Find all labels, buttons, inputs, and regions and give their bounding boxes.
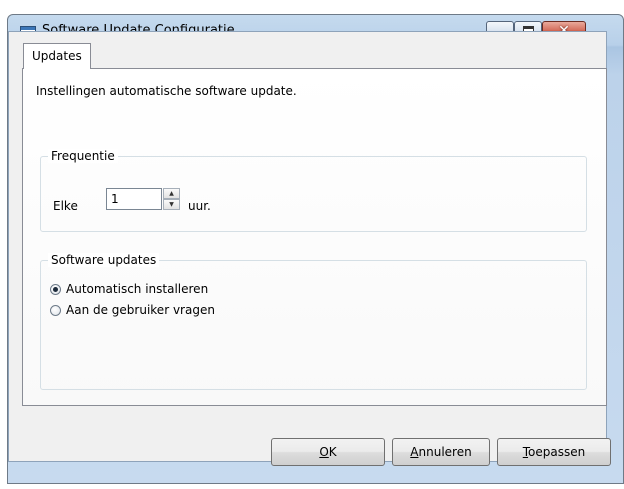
radio-ask-user-label: Aan de gebruiker vragen xyxy=(66,303,215,317)
spin-down-button[interactable]: ▼ xyxy=(163,199,180,210)
ok-mnemonic: O xyxy=(319,445,329,459)
frequency-spinner: ▲ ▼ xyxy=(163,188,180,210)
ok-button[interactable]: OK xyxy=(271,438,385,466)
apply-label-rest: oepassen xyxy=(528,445,586,459)
radio-auto-install-circle[interactable] xyxy=(50,283,61,295)
radio-auto-install-label: Automatisch installeren xyxy=(66,282,209,296)
frequency-suffix-label: uur. xyxy=(188,199,211,213)
frequency-hours-input[interactable]: 1 xyxy=(106,188,162,210)
app-icon-bar xyxy=(21,27,35,30)
software-updates-groupbox xyxy=(40,260,587,390)
frequency-group-label: Frequentie xyxy=(48,149,118,163)
radio-ask-user[interactable]: Aan de gebruiker vragen xyxy=(50,302,215,318)
cancel-mnemonic: A xyxy=(410,445,419,459)
radio-ask-user-circle[interactable] xyxy=(50,304,61,316)
ok-label-rest: K xyxy=(328,445,337,459)
radio-auto-install[interactable]: Automatisch installeren xyxy=(50,281,208,297)
cancel-label-rest: nnuleren xyxy=(418,445,472,459)
software-updates-group-label: Software updates xyxy=(48,253,160,267)
desktop-background xyxy=(0,0,624,14)
cancel-button[interactable]: Annuleren xyxy=(392,438,490,466)
frequency-prefix-label: Elke xyxy=(53,199,78,213)
intro-text: Instellingen automatische software updat… xyxy=(36,84,297,98)
apply-button[interactable]: Toepassen xyxy=(497,438,611,466)
tab-updates[interactable]: Updates xyxy=(23,43,91,69)
spin-up-button[interactable]: ▲ xyxy=(163,188,180,199)
